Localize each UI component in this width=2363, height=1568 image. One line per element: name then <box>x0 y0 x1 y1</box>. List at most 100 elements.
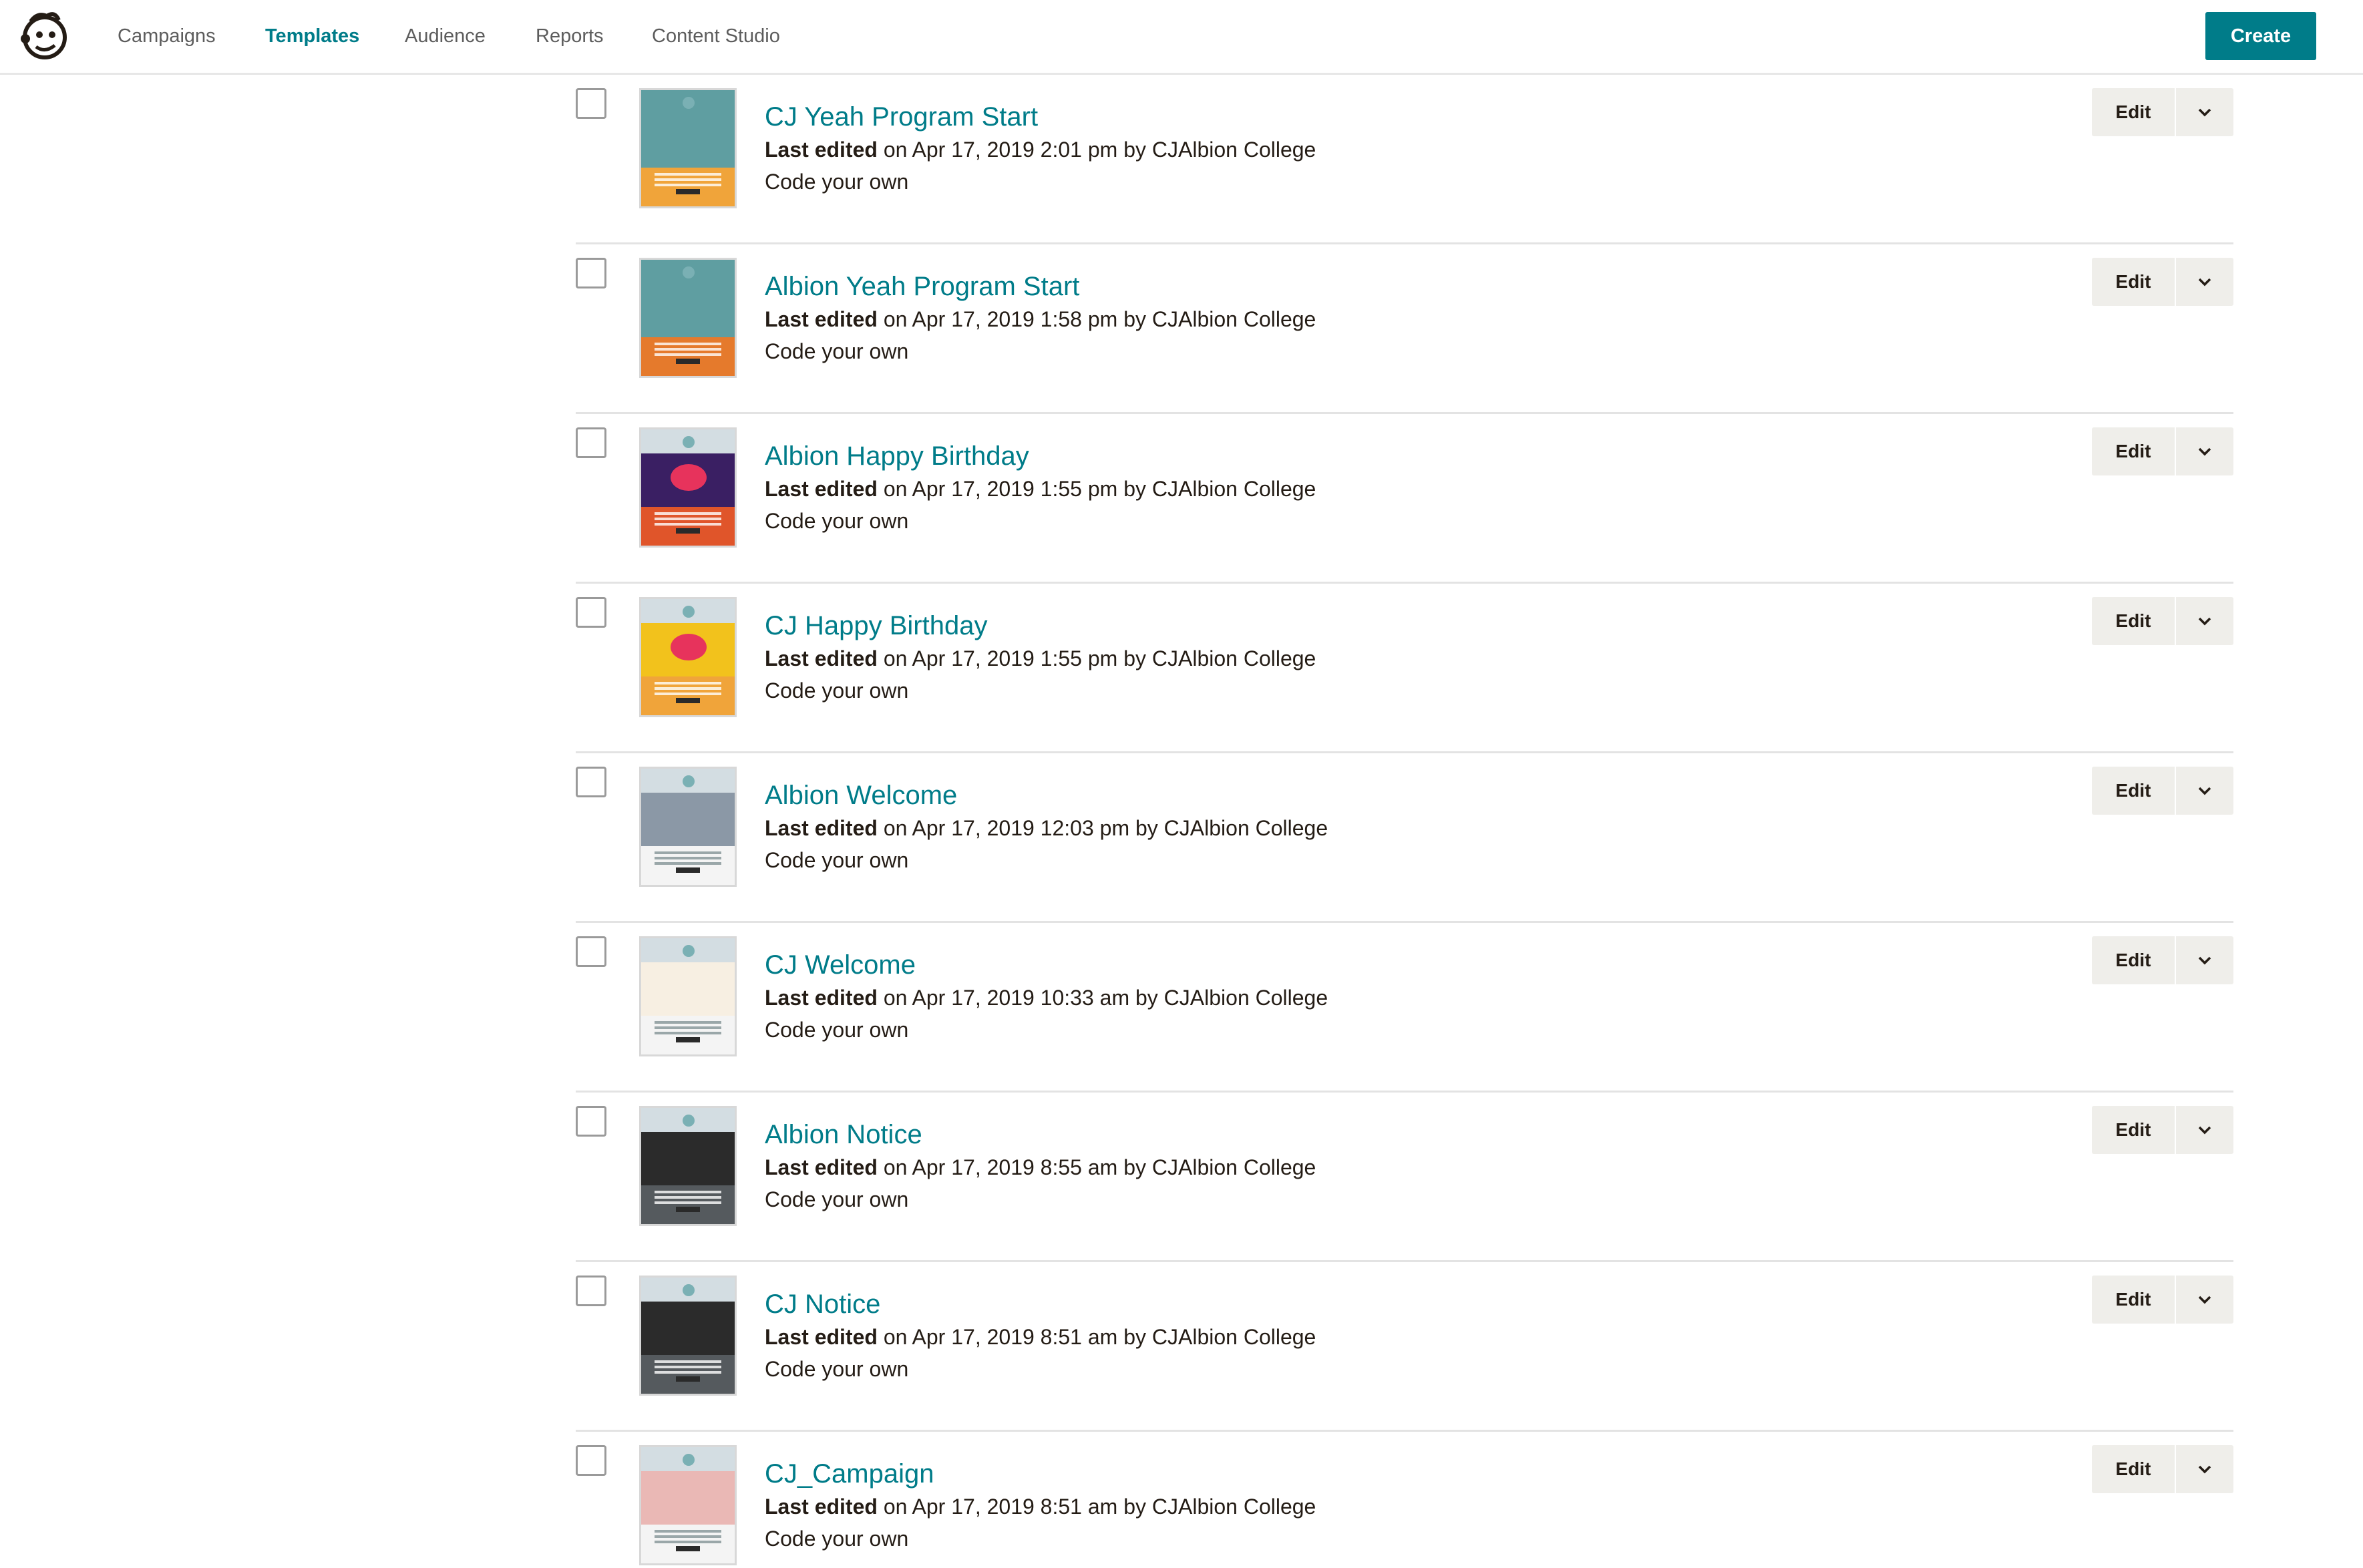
row-checkbox[interactable] <box>576 1106 606 1137</box>
edit-button[interactable]: Edit <box>2092 1106 2175 1154</box>
last-edited-details: on Apr 17, 2019 8:51 am by CJAlbion Coll… <box>877 1325 1316 1349</box>
last-edited-label: Last edited <box>765 477 878 501</box>
template-edited-info: Last edited on Apr 17, 2019 1:55 pm by C… <box>765 474 1316 504</box>
template-name-link[interactable]: CJ Notice <box>765 1288 880 1321</box>
template-name-link[interactable]: CJ Happy Birthday <box>765 609 987 642</box>
thumb-text-line <box>655 687 721 690</box>
more-actions-button[interactable] <box>2176 767 2233 815</box>
top-navigation: Campaigns Templates Audience Reports Con… <box>0 0 2363 75</box>
edit-button[interactable]: Edit <box>2092 597 2175 645</box>
edit-button[interactable]: Edit <box>2092 88 2175 136</box>
thumb-text-line <box>655 178 721 181</box>
thumb-logo-icon <box>683 1115 695 1127</box>
template-thumbnail[interactable] <box>639 767 737 887</box>
row-checkbox[interactable] <box>576 1276 606 1306</box>
template-thumbnail[interactable] <box>639 1445 737 1565</box>
template-edited-info: Last edited on Apr 17, 2019 2:01 pm by C… <box>765 135 1316 164</box>
template-type: Code your own <box>765 339 909 363</box>
thumb-text-line <box>655 862 721 865</box>
thumb-text-line <box>655 1196 721 1199</box>
template-type: Code your own <box>765 848 909 872</box>
thumb-text-line <box>655 857 721 859</box>
thumb-text-line <box>655 518 721 520</box>
thumb-logo-icon <box>683 945 695 957</box>
edit-button[interactable]: Edit <box>2092 258 2175 306</box>
template-edited-info: Last edited on Apr 17, 2019 8:51 am by C… <box>765 1492 1316 1521</box>
row-checkbox[interactable] <box>576 767 606 797</box>
row-checkbox[interactable] <box>576 1445 606 1476</box>
template-thumbnail[interactable] <box>639 88 737 208</box>
template-name-link[interactable]: Albion Notice <box>765 1118 922 1151</box>
template-edited-info: Last edited on Apr 17, 2019 8:51 am by C… <box>765 1322 1316 1352</box>
chevron-down-icon <box>2198 617 2211 626</box>
template-name-link[interactable]: CJ_Campaign <box>765 1457 934 1491</box>
nav-audience[interactable]: Audience <box>405 24 486 48</box>
edit-button[interactable]: Edit <box>2092 1445 2175 1493</box>
thumb-text-line <box>655 1366 721 1368</box>
nav-campaigns[interactable]: Campaigns <box>118 24 216 48</box>
template-row: CJ Yeah Program Start Last edited on Apr… <box>576 75 2233 244</box>
row-checkbox[interactable] <box>576 88 606 119</box>
template-thumbnail[interactable] <box>639 936 737 1056</box>
thumb-text-line <box>655 512 721 515</box>
more-actions-button[interactable] <box>2176 936 2233 984</box>
row-checkbox[interactable] <box>576 427 606 458</box>
edit-button[interactable]: Edit <box>2092 767 2175 815</box>
last-edited-label: Last edited <box>765 816 878 840</box>
thumb-logo-icon <box>683 97 695 109</box>
row-checkbox[interactable] <box>576 258 606 288</box>
template-name-link[interactable]: CJ Yeah Program Start <box>765 100 1038 134</box>
thumb-button <box>676 1037 700 1042</box>
thumb-text-line <box>655 682 721 684</box>
more-actions-button[interactable] <box>2176 1106 2233 1154</box>
template-thumbnail[interactable] <box>639 597 737 717</box>
template-edited-info: Last edited on Apr 17, 2019 8:55 am by C… <box>765 1153 1316 1182</box>
edit-button[interactable]: Edit <box>2092 427 2175 475</box>
chevron-down-icon <box>2198 108 2211 117</box>
edit-button[interactable]: Edit <box>2092 936 2175 984</box>
thumb-hero <box>641 1471 735 1525</box>
thumb-text-line <box>655 343 721 345</box>
thumb-text-line <box>655 1191 721 1193</box>
template-thumbnail[interactable] <box>639 1276 737 1396</box>
nav-reports[interactable]: Reports <box>536 24 604 48</box>
more-actions-button[interactable] <box>2176 1445 2233 1493</box>
template-name-link[interactable]: CJ Welcome <box>765 948 916 982</box>
thumb-text-line <box>655 353 721 356</box>
more-actions-button[interactable] <box>2176 258 2233 306</box>
thumb-text-line <box>655 1021 721 1024</box>
template-name-link[interactable]: Albion Happy Birthday <box>765 439 1029 473</box>
thumb-text-line <box>655 1201 721 1204</box>
more-actions-button[interactable] <box>2176 597 2233 645</box>
row-checkbox[interactable] <box>576 597 606 628</box>
thumb-logo-icon <box>683 775 695 787</box>
more-actions-button[interactable] <box>2176 88 2233 136</box>
template-thumbnail[interactable] <box>639 427 737 548</box>
row-actions: Edit <box>2092 597 2233 645</box>
template-row: Albion Happy Birthday Last edited on Apr… <box>576 414 2233 584</box>
thumb-button <box>676 189 700 194</box>
last-edited-label: Last edited <box>765 1155 878 1179</box>
thumb-text-line <box>655 1360 721 1363</box>
more-actions-button[interactable] <box>2176 1276 2233 1324</box>
more-actions-button[interactable] <box>2176 427 2233 475</box>
template-row: Albion Welcome Last edited on Apr 17, 20… <box>576 753 2233 923</box>
edit-button[interactable]: Edit <box>2092 1276 2175 1324</box>
last-edited-details: on Apr 17, 2019 8:55 am by CJAlbion Coll… <box>877 1155 1316 1179</box>
mailchimp-logo-icon[interactable] <box>17 9 72 64</box>
thumb-text-line <box>655 184 721 186</box>
nav-templates[interactable]: Templates <box>265 24 359 48</box>
template-thumbnail[interactable] <box>639 258 737 378</box>
row-checkbox[interactable] <box>576 936 606 967</box>
nav-content-studio[interactable]: Content Studio <box>652 24 780 48</box>
template-row: Albion Yeah Program Start Last edited on… <box>576 244 2233 414</box>
template-thumbnail[interactable] <box>639 1106 737 1226</box>
template-type: Code your own <box>765 1018 909 1042</box>
template-name-link[interactable]: Albion Yeah Program Start <box>765 270 1079 303</box>
row-actions: Edit <box>2092 88 2233 136</box>
template-name-link[interactable]: Albion Welcome <box>765 779 957 812</box>
create-button[interactable]: Create <box>2205 12 2316 60</box>
template-type: Code your own <box>765 509 909 533</box>
thumb-text-line <box>655 1530 721 1533</box>
row-actions: Edit <box>2092 427 2233 475</box>
